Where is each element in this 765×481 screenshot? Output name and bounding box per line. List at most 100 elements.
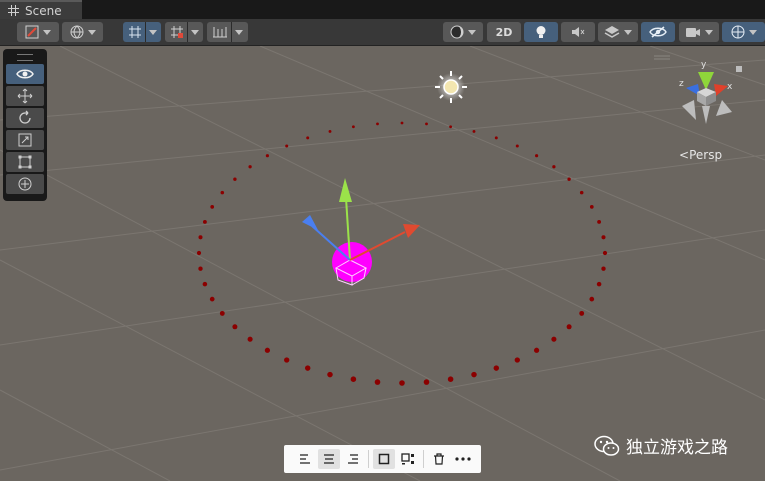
dot-marker	[232, 324, 238, 330]
grid-square-icon	[401, 453, 414, 465]
transform-icon	[18, 177, 32, 191]
dot-marker	[196, 250, 202, 256]
dot-marker	[210, 205, 215, 209]
dot-marker	[494, 136, 498, 140]
watermark-text: 独立游戏之路	[626, 438, 728, 458]
scale-tool[interactable]	[6, 130, 44, 150]
align-center-icon	[324, 454, 334, 464]
dot-marker	[285, 144, 289, 148]
single-square-button[interactable]	[373, 449, 395, 469]
overlay-toolbar	[284, 445, 481, 473]
chevron-down-icon	[235, 29, 243, 35]
dot-marker	[376, 122, 379, 126]
dot-marker	[579, 190, 584, 195]
tools-panel	[3, 49, 47, 201]
dot-marker	[552, 165, 556, 169]
dot-marker	[399, 380, 405, 386]
dot-marker	[198, 266, 203, 271]
dot-marker	[447, 376, 454, 382]
watermark: 独立游戏之路	[594, 433, 728, 458]
scene-viewport[interactable]: y z x <Persp	[0, 46, 765, 481]
globe-icon	[70, 25, 83, 39]
dot-marker	[449, 125, 453, 129]
drag-handle[interactable]	[17, 54, 33, 61]
dot-marker	[233, 177, 237, 181]
dot-marker	[264, 347, 271, 353]
svg-text:y: y	[701, 60, 707, 70]
dot-marker	[471, 371, 477, 378]
audio-toggle-button[interactable]	[561, 22, 595, 42]
effects-button[interactable]	[598, 22, 638, 42]
increment-snap-button[interactable]	[165, 22, 203, 42]
dot-marker	[596, 281, 602, 287]
camera-icon	[686, 27, 700, 37]
rotate-tool[interactable]	[6, 108, 44, 128]
dot-marker	[374, 379, 381, 385]
transform-tool[interactable]	[6, 174, 44, 194]
scene-canvas: y z x	[0, 46, 765, 481]
rect-tool[interactable]	[6, 152, 44, 172]
2d-toggle-button[interactable]: 2D	[487, 22, 521, 42]
dot-marker	[304, 365, 311, 371]
camera-button[interactable]	[679, 22, 719, 42]
eye-icon	[16, 69, 34, 79]
dot-marker	[601, 235, 606, 240]
dot-marker	[423, 379, 430, 385]
delete-button[interactable]	[428, 449, 450, 469]
grid-snap-button[interactable]	[123, 22, 161, 42]
lighting-toggle-button[interactable]	[524, 22, 558, 42]
dot-marker	[493, 365, 500, 371]
render-mode-button[interactable]	[443, 22, 483, 42]
scene-toolbar: 2D	[0, 19, 765, 46]
align-center-button[interactable]	[318, 449, 340, 469]
y-axis-handle	[339, 178, 352, 202]
grid-visibility-button[interactable]	[207, 22, 248, 42]
dot-marker	[425, 122, 428, 126]
dot-marker	[248, 165, 252, 169]
dot-marker	[589, 296, 595, 302]
align-left-button[interactable]	[294, 449, 316, 469]
global-local-button[interactable]	[62, 22, 103, 42]
dot-marker	[472, 129, 476, 133]
dot-marker	[327, 371, 333, 378]
chevron-down-icon	[748, 29, 757, 35]
dot-marker	[601, 266, 606, 271]
rotate-icon	[19, 110, 31, 124]
hidden-objects-button[interactable]	[641, 22, 675, 42]
tab-title: Scene	[25, 3, 62, 18]
dot-marker	[328, 129, 332, 133]
layers-icon	[604, 26, 620, 38]
gizmos-button[interactable]	[722, 22, 765, 42]
shading-sphere-icon	[450, 25, 464, 39]
x-axis-handle	[403, 224, 420, 238]
dot-marker	[597, 219, 602, 224]
dot-marker	[602, 250, 608, 256]
grid-ruler-icon	[213, 27, 227, 38]
more-button[interactable]	[452, 449, 474, 469]
eye-slash-icon	[649, 26, 667, 38]
chevron-down-icon	[624, 29, 632, 35]
scale-icon	[18, 133, 32, 147]
single-square-icon	[378, 453, 390, 465]
align-right-button[interactable]	[342, 449, 364, 469]
dot-marker	[579, 310, 585, 316]
tab-scene[interactable]: Scene	[0, 0, 82, 19]
grid-square-button[interactable]	[397, 449, 419, 469]
draw-mode-button[interactable]	[17, 22, 59, 42]
projection-label[interactable]: <Persp	[679, 148, 722, 162]
chevron-down-icon	[468, 29, 476, 35]
dot-marker	[351, 125, 355, 129]
dot-marker	[265, 154, 269, 158]
view-tool[interactable]	[6, 64, 44, 84]
directional-light-icon[interactable]	[435, 71, 467, 103]
dot-marker	[209, 296, 215, 302]
dot-marker	[306, 136, 310, 140]
wechat-icon	[594, 435, 620, 456]
orientation-gizmo[interactable]: y z x	[654, 55, 742, 124]
dot-marker	[589, 205, 594, 209]
chevron-down-icon	[43, 29, 51, 35]
z-axis-handle	[302, 215, 318, 230]
dot-marker	[535, 154, 539, 158]
chevron-down-icon	[87, 29, 96, 35]
move-tool[interactable]	[6, 86, 44, 106]
